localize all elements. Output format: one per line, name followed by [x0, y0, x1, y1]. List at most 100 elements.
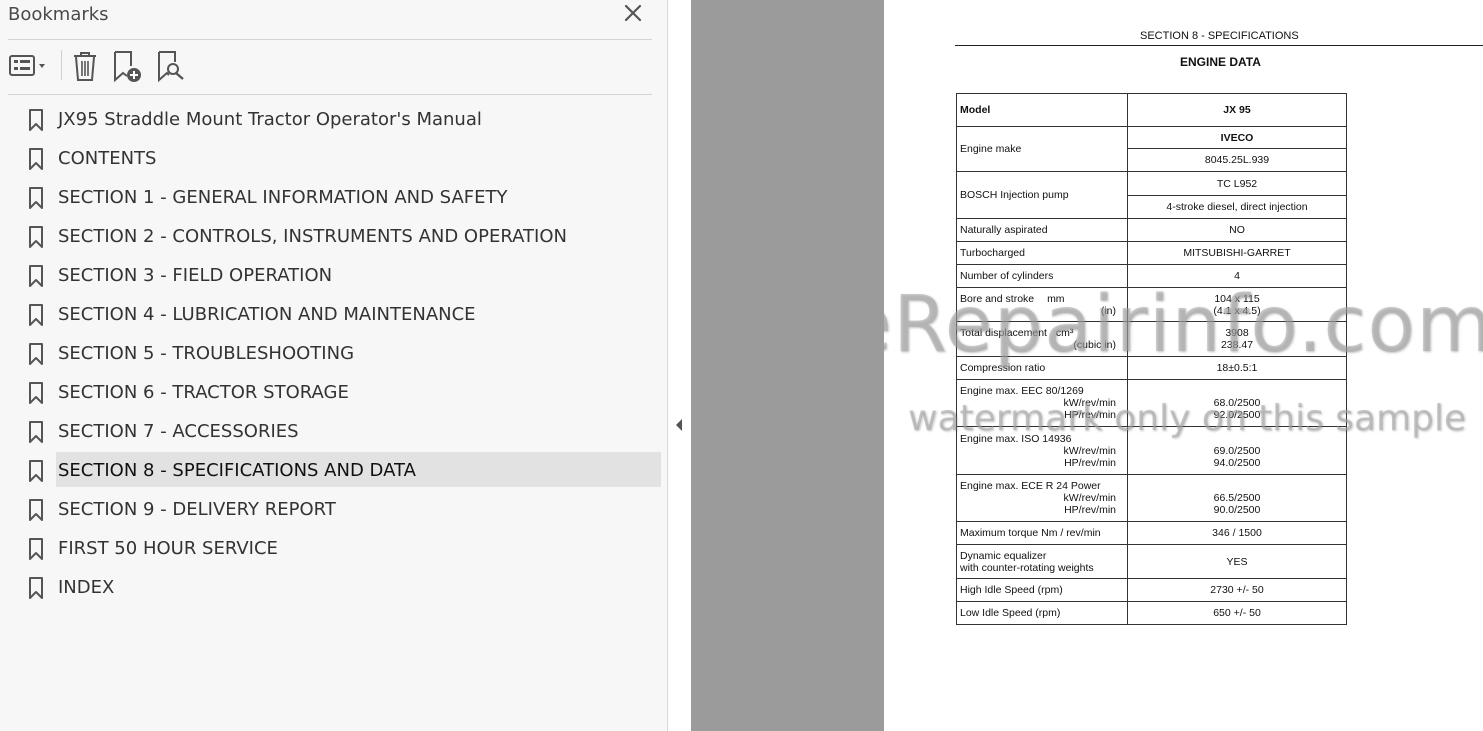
bookmark-item[interactable]: CONTENTS	[22, 140, 662, 176]
bookmark-label: SECTION 7 - ACCESSORIES	[58, 421, 299, 442]
table-row: Naturally aspirated NO	[956, 218, 1347, 242]
bookmark-label: SECTION 6 - TRACTOR STORAGE	[58, 382, 349, 403]
table-row: BOSCH Injection pump TC L952	[956, 171, 1347, 219]
table-row: Engine max. ECE R 24 Power kW/rev/min HP…	[956, 474, 1347, 522]
bookmark-label: CONTENTS	[58, 148, 157, 169]
options-menu-icon	[9, 55, 45, 76]
bookmark-label: SECTION 2 - CONTROLS, INSTRUMENTS AND OP…	[58, 226, 567, 247]
row-value: 650 +/- 50	[1127, 601, 1347, 625]
bookmark-item[interactable]: SECTION 6 - TRACTOR STORAGE	[22, 374, 662, 410]
document-page: SECTION 8 - SPECIFICATIONS ENGINE DATA M…	[884, 0, 1483, 731]
bookmark-item[interactable]: FIRST 50 HOUR SERVICE	[22, 530, 662, 566]
new-bookmark-button[interactable]	[110, 48, 146, 84]
table-row: Model JX 95	[956, 93, 1347, 127]
bookmark-label: INDEX	[58, 577, 115, 598]
row-value: 66.5/2500 90.0/2500	[1127, 474, 1347, 522]
row-value: 2730 +/- 50	[1127, 578, 1347, 602]
row-label: Low Idle Speed (rpm)	[956, 601, 1128, 625]
bookmark-item[interactable]: INDEX	[22, 569, 662, 605]
row-value: JX 95	[1127, 93, 1347, 127]
bookmark-item[interactable]: SECTION 1 - GENERAL INFORMATION AND SAFE…	[22, 179, 662, 215]
bookmark-item[interactable]: SECTION 4 - LUBRICATION AND MAINTENANCE	[22, 296, 662, 332]
table-row: Maximum torque Nm / rev/min 346 / 1500	[956, 521, 1347, 545]
bookmark-item[interactable]: SECTION 8 - SPECIFICATIONS AND DATA	[22, 452, 662, 488]
bookmark-label: FIRST 50 HOUR SERVICE	[58, 538, 278, 559]
bookmark-label: JX95 Straddle Mount Tractor Operator's M…	[58, 109, 482, 130]
header-rule	[955, 45, 1483, 46]
row-value: IVECO	[1127, 126, 1347, 149]
panel-title: Bookmarks	[8, 4, 109, 25]
row-label-text: Engine max. EEC 80/1269	[960, 385, 1084, 397]
row-label: BOSCH Injection pump	[956, 171, 1128, 219]
close-panel-button[interactable]	[621, 1, 647, 27]
row-unit: HP/rev/min	[1064, 456, 1116, 469]
find-bookmark-icon	[158, 51, 184, 83]
row-label: Model	[956, 93, 1128, 127]
bookmarks-panel: Bookmarks JX95 Straddle Mount Tractor Op…	[0, 0, 668, 731]
row-value-line: 94.0/2500	[1213, 456, 1261, 469]
find-bookmark-button[interactable]	[156, 48, 190, 84]
bookmark-label: SECTION 9 - DELIVERY REPORT	[58, 499, 336, 520]
row-label-text: with counter-rotating weights	[960, 561, 1094, 574]
watermark-subtitle: watermark only on this sample	[908, 398, 1467, 439]
table-row: Engine make IVECO	[956, 126, 1347, 172]
bookmark-icon	[29, 109, 43, 131]
bookmark-icon	[29, 460, 43, 482]
delete-bookmark-button[interactable]	[70, 48, 100, 84]
row-value: NO	[1127, 218, 1347, 242]
row-label-text: Engine max. ECE R 24 Power	[960, 480, 1101, 492]
bookmark-label: SECTION 3 - FIELD OPERATION	[58, 265, 333, 286]
watermark: eRepairinfo.com	[884, 280, 1483, 370]
bookmark-icon	[29, 577, 43, 599]
table-row: Dynamic equalizer with counter-rotating …	[956, 544, 1347, 579]
new-bookmark-icon	[114, 51, 141, 83]
close-icon	[624, 4, 642, 22]
bookmark-item[interactable]: JX95 Straddle Mount Tractor Operator's M…	[22, 101, 662, 137]
document-gutter	[691, 0, 884, 731]
bookmark-icon	[29, 148, 43, 170]
row-value: 8045.25L.939	[1127, 148, 1347, 172]
bookmark-item[interactable]: SECTION 2 - CONTROLS, INSTRUMENTS AND OP…	[22, 218, 662, 254]
section-header: SECTION 8 - SPECIFICATIONS	[1140, 30, 1299, 42]
table-row: Turbocharged MITSUBISHI-GARRET	[956, 241, 1347, 265]
row-value: MITSUBISHI-GARRET	[1127, 241, 1347, 265]
row-value-line: 90.0/2500	[1213, 504, 1261, 516]
row-value-line: 69.0/2500	[1213, 444, 1261, 457]
toolbar-separator	[61, 50, 62, 80]
bookmark-item[interactable]: SECTION 7 - ACCESSORIES	[22, 413, 662, 449]
bookmark-icon	[29, 382, 43, 404]
row-label: Turbocharged	[956, 241, 1128, 265]
panel-header: Bookmarks	[0, 0, 668, 40]
bookmark-label: SECTION 5 - TROUBLESHOOTING	[58, 343, 355, 364]
bookmark-icon	[29, 421, 43, 443]
row-value: YES	[1127, 544, 1347, 579]
bookmark-icon	[29, 226, 43, 248]
bookmark-icon	[29, 499, 43, 521]
bookmark-item[interactable]: SECTION 9 - DELIVERY REPORT	[22, 491, 662, 527]
row-label: Naturally aspirated	[956, 218, 1128, 242]
row-value: 4-stroke diesel, direct injection	[1127, 195, 1347, 219]
trash-icon	[74, 52, 96, 81]
bookmark-item[interactable]: SECTION 5 - TROUBLESHOOTING	[22, 335, 662, 371]
row-value: 346 / 1500	[1127, 521, 1347, 545]
divider	[8, 94, 652, 95]
row-label-text: Dynamic equalizer	[960, 549, 1047, 562]
bookmark-label: SECTION 1 - GENERAL INFORMATION AND SAFE…	[58, 187, 508, 208]
row-label: Dynamic equalizer with counter-rotating …	[956, 544, 1128, 579]
row-label: Engine make	[956, 126, 1128, 172]
bookmarks-toolbar	[0, 40, 668, 94]
triangle-left-icon	[676, 419, 682, 431]
document-title: ENGINE DATA	[1180, 55, 1261, 69]
bookmark-icon	[29, 343, 43, 365]
row-label: Engine max. ECE R 24 Power kW/rev/min HP…	[956, 474, 1128, 522]
row-value: TC L952	[1127, 171, 1347, 196]
bookmark-label: SECTION 4 - LUBRICATION AND MAINTENANCE	[58, 304, 476, 325]
bookmark-icon	[29, 538, 43, 560]
bookmark-icon	[29, 304, 43, 326]
row-label: Maximum torque Nm / rev/min	[956, 521, 1128, 545]
options-menu-button[interactable]	[8, 48, 52, 84]
collapse-panel-button[interactable]	[674, 418, 684, 432]
bookmark-item[interactable]: SECTION 3 - FIELD OPERATION	[22, 257, 662, 293]
bookmark-label: SECTION 8 - SPECIFICATIONS AND DATA	[58, 460, 416, 481]
bookmark-icon	[29, 187, 43, 209]
